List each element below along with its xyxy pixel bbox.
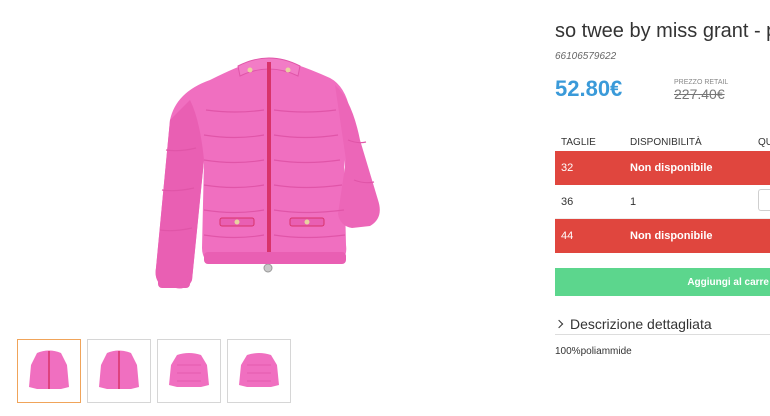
header-size: TAGLIE: [561, 136, 596, 148]
size-row-32: 32 Non disponibile: [555, 151, 770, 185]
availability-value: Non disponibile: [630, 162, 713, 174]
availability-value: Non disponibile: [630, 230, 713, 242]
main-product-image[interactable]: [140, 40, 400, 300]
chevron-right-icon: [555, 319, 564, 328]
product-title: so twee by miss grant - p: [555, 20, 770, 42]
thumbnail-4[interactable]: [227, 339, 291, 403]
thumbnail-3[interactable]: [157, 339, 221, 403]
quantity-cell: [758, 189, 770, 214]
size-value: 36: [561, 195, 574, 208]
add-to-cart-button[interactable]: Aggiungi al carre: [555, 268, 770, 296]
thumbnail-2[interactable]: [87, 339, 151, 403]
description-toggle[interactable]: Descrizione dettagliata: [555, 313, 770, 335]
header-quantity: QU: [758, 136, 770, 148]
jacket-back-thumbnail-icon: [169, 353, 209, 387]
thumbnail-1[interactable]: [17, 339, 81, 403]
size-row-44: 44 Non disponibile: [555, 219, 770, 253]
pink-jacket-image: [155, 57, 380, 289]
size-table: TAGLIE DISPONIBILITÀ QU 32 Non disponibi…: [555, 133, 770, 253]
availability-value: 1: [630, 195, 637, 208]
size-table-header: TAGLIE DISPONIBILITÀ QU: [555, 133, 770, 151]
description-toggle-label: Descrizione dettagliata: [570, 315, 712, 332]
size-value: 32: [561, 162, 574, 174]
thumbnail-strip: [17, 339, 291, 403]
retail-price: 227.40€: [674, 86, 725, 102]
product-price: 52.80€: [555, 76, 623, 101]
header-availability: DISPONIBILITÀ: [630, 136, 702, 148]
description-text: 100%poliammide: [555, 346, 632, 357]
size-value: 44: [561, 230, 574, 242]
quantity-select[interactable]: [758, 189, 770, 211]
jacket-front-thumbnail-icon: [99, 350, 139, 389]
jacket-front-thumbnail-icon: [29, 350, 69, 389]
product-info: so twee by miss grant - p 66106579622 52…: [555, 0, 770, 416]
product-sku: 66106579622: [555, 51, 617, 62]
jacket-back-thumbnail-icon: [239, 353, 279, 387]
retail-price-label: PREZZO RETAIL: [674, 79, 729, 86]
size-row-36: 36 1: [555, 185, 770, 219]
product-gallery: [0, 0, 540, 416]
